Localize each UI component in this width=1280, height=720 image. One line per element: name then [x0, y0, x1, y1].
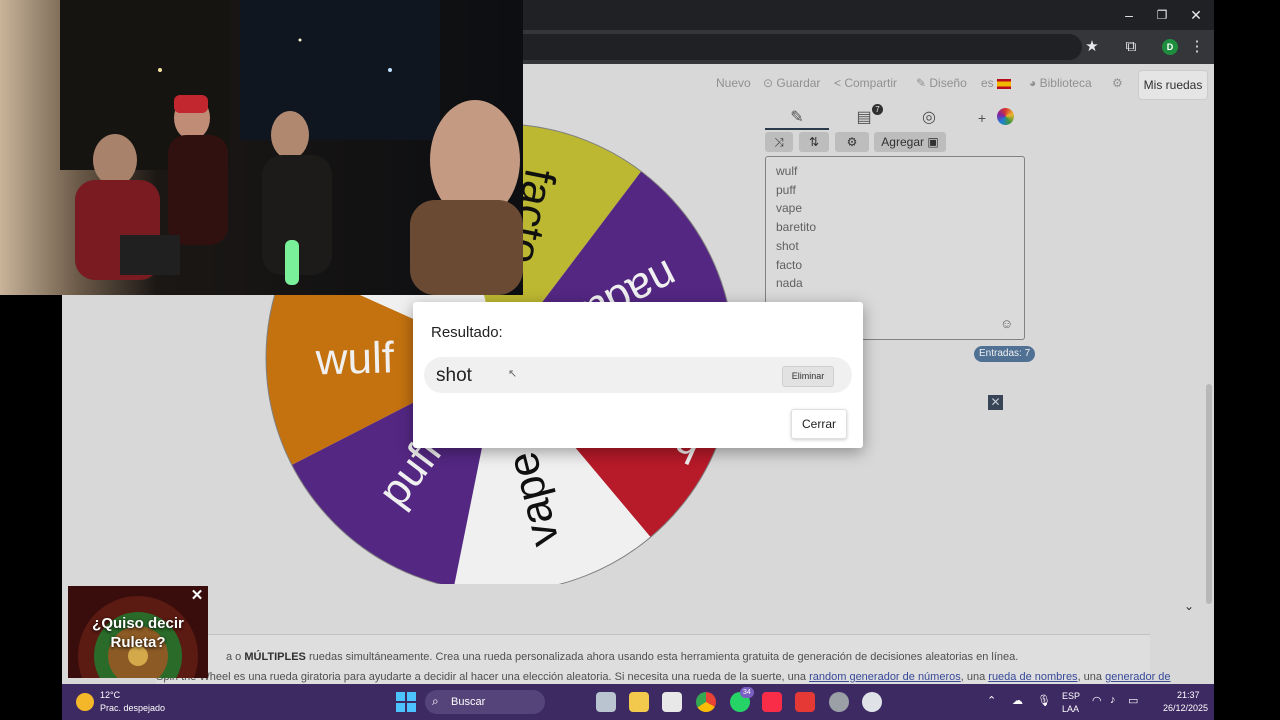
- weather-desc: Prac. despejado: [100, 703, 166, 713]
- result-value: shot: [436, 365, 472, 386]
- webcam-video: [0, 0, 523, 295]
- ruleta-ad-popup[interactable]: ¿Quiso decir Ruleta? ✕: [68, 586, 208, 678]
- popup-text: ¿Quiso decir Ruleta?: [68, 614, 208, 652]
- store-icon[interactable]: [662, 692, 682, 712]
- recorder-icon[interactable]: [795, 692, 815, 712]
- eliminar-button[interactable]: Eliminar: [782, 366, 834, 387]
- mouse-cursor-icon: ↖: [508, 368, 518, 380]
- music-icon[interactable]: [762, 692, 782, 712]
- obs-icon[interactable]: [829, 692, 849, 712]
- search-icon: ⌕: [432, 694, 439, 708]
- file-explorer-icon[interactable]: [629, 692, 649, 712]
- extensions-icon[interactable]: ⧉: [1120, 36, 1142, 58]
- clock-time[interactable]: 21:37: [1177, 690, 1200, 700]
- minimize-button[interactable]: –: [1112, 0, 1146, 30]
- language-code-1[interactable]: ESP: [1062, 691, 1080, 701]
- weather-icon[interactable]: [76, 693, 94, 711]
- maximize-button[interactable]: ❐: [1145, 0, 1179, 30]
- popup-line-1: ¿Quiso decir: [92, 615, 184, 632]
- cerrar-button[interactable]: Cerrar: [791, 409, 847, 439]
- close-icon[interactable]: ✕: [189, 588, 205, 604]
- taskbar: 12°C Prac. despejado ⌕ Buscar 34 ⌃ ☁ 🎙 E…: [62, 684, 1214, 720]
- chrome-icon[interactable]: [696, 692, 716, 712]
- language-code-2[interactable]: LAA: [1062, 704, 1079, 714]
- more-menu-icon[interactable]: ⋮: [1186, 36, 1208, 58]
- weather-temp: 12°C: [100, 690, 121, 700]
- cloud-icon[interactable]: ☁: [1012, 694, 1023, 707]
- clock-date[interactable]: 26/12/2025: [1163, 703, 1208, 713]
- windows-start-icon[interactable]: [396, 692, 416, 712]
- close-window-button[interactable]: ✕: [1179, 0, 1213, 30]
- search-box[interactable]: ⌕ Buscar: [425, 690, 545, 714]
- result-dialog: Resultado: shot ↖ Eliminar Cerrar: [413, 302, 863, 448]
- bookmark-star-icon[interactable]: ★: [1081, 36, 1103, 58]
- popup-line-2: Ruleta?: [110, 634, 166, 651]
- webcam-app-icon[interactable]: [862, 692, 882, 712]
- webcam-overlay: [0, 0, 523, 295]
- profile-avatar[interactable]: D: [1162, 39, 1178, 55]
- battery-icon[interactable]: ▭: [1128, 694, 1138, 707]
- search-label: Buscar: [451, 696, 486, 708]
- dialog-title: Resultado:: [431, 324, 503, 341]
- whatsapp-badge: 34: [740, 687, 754, 698]
- task-view-icon[interactable]: [596, 692, 616, 712]
- result-row: shot ↖ Eliminar: [424, 357, 852, 393]
- wifi-icon[interactable]: ◠: [1092, 694, 1102, 707]
- microphone-icon[interactable]: 🎙: [1037, 694, 1051, 707]
- chevron-up-icon[interactable]: ⌃: [987, 694, 996, 707]
- volume-icon[interactable]: ♪: [1110, 694, 1116, 706]
